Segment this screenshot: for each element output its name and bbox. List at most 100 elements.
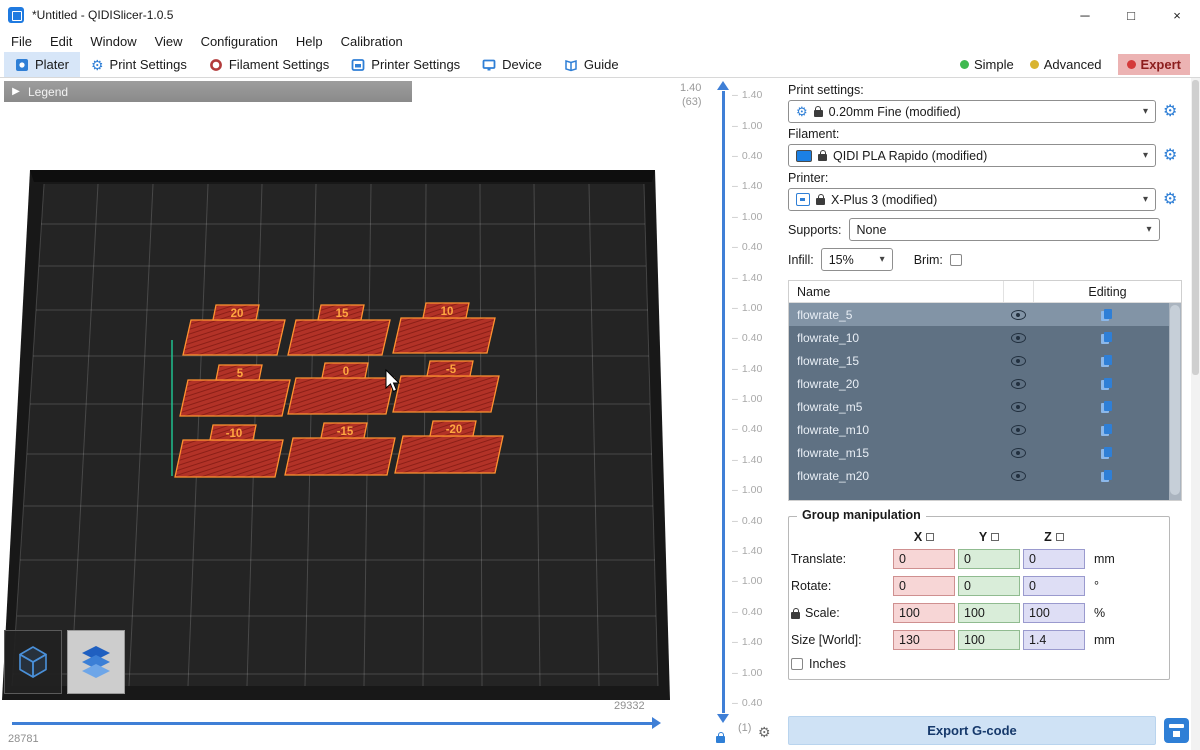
scale-x-field[interactable]: 100 bbox=[893, 603, 955, 623]
3d-view-button[interactable] bbox=[4, 630, 62, 694]
mode-simple[interactable]: Simple bbox=[960, 57, 1014, 72]
layers-view-button[interactable] bbox=[67, 630, 125, 694]
edit-icon[interactable] bbox=[1101, 424, 1113, 436]
tab-printer-settings[interactable]: Printer Settings bbox=[340, 52, 471, 77]
layer-tick-label: 1.00 bbox=[732, 110, 762, 140]
tab-plater[interactable]: Plater bbox=[4, 52, 80, 77]
edit-icon[interactable] bbox=[1101, 355, 1113, 367]
visibility-eye-icon[interactable] bbox=[1011, 379, 1026, 389]
size-x-field[interactable]: 130 bbox=[893, 630, 955, 650]
sidebar-scrollbar[interactable] bbox=[1191, 78, 1200, 750]
hslider-min-value: 28781 bbox=[8, 733, 39, 745]
scrollbar-thumb[interactable] bbox=[1170, 305, 1180, 495]
list-item-flowrate_10[interactable]: flowrate_10 bbox=[789, 326, 1181, 349]
mode-expert[interactable]: Expert bbox=[1118, 54, 1190, 75]
edit-icon[interactable] bbox=[1101, 378, 1113, 390]
mode-advanced[interactable]: Advanced bbox=[1030, 57, 1102, 72]
edit-icon[interactable] bbox=[1101, 401, 1113, 413]
printer-value: X-Plus 3 (modified) bbox=[831, 193, 937, 207]
titlebar: *Untitled - QIDISlicer-1.0.5 ─ □ × bbox=[0, 0, 1200, 30]
menu-file[interactable]: File bbox=[2, 30, 41, 52]
rotate-x-field[interactable]: 0 bbox=[893, 576, 955, 596]
filament-combo[interactable]: QIDI PLA Rapido (modified) ▾ bbox=[788, 144, 1156, 167]
maximize-button[interactable]: □ bbox=[1108, 0, 1154, 30]
scale-z-field[interactable]: 100 bbox=[1023, 603, 1085, 623]
visibility-eye-icon[interactable] bbox=[1011, 356, 1026, 366]
object-list-header: Name Editing bbox=[789, 281, 1181, 303]
layer-slider-bottom-handle[interactable] bbox=[717, 714, 729, 723]
mode-label: Simple bbox=[974, 57, 1014, 72]
export-gcode-button[interactable]: Export G-code bbox=[788, 716, 1156, 745]
group-manipulation-panel: Group manipulation X Y Z Translate: 0 0 … bbox=[788, 516, 1170, 680]
visibility-eye-icon[interactable] bbox=[1011, 333, 1026, 343]
inches-checkbox[interactable] bbox=[791, 658, 803, 670]
horizontal-slider[interactable] bbox=[12, 722, 652, 725]
rotate-z-field[interactable]: 0 bbox=[1023, 576, 1085, 596]
printer-gear-button[interactable]: ⚙ bbox=[1163, 192, 1177, 208]
tab-device[interactable]: Device bbox=[471, 52, 553, 77]
visibility-eye-icon[interactable] bbox=[1011, 425, 1026, 435]
list-item-flowrate_m20[interactable]: flowrate_m20 bbox=[789, 464, 1181, 487]
brim-checkbox[interactable] bbox=[950, 254, 962, 266]
list-item-flowrate_5[interactable]: flowrate_5 bbox=[789, 303, 1181, 326]
legend-bar[interactable]: ▶ Legend bbox=[4, 81, 412, 102]
edit-icon[interactable] bbox=[1101, 332, 1113, 344]
object-list-scrollbar[interactable] bbox=[1169, 303, 1181, 500]
size-y-field[interactable]: 100 bbox=[958, 630, 1020, 650]
print-settings-combo[interactable]: ⚙ 0.20mm Fine (modified) ▾ bbox=[788, 100, 1156, 123]
list-item-flowrate_20[interactable]: flowrate_20 bbox=[789, 372, 1181, 395]
viewport-3d[interactable]: 20 15 10 5 bbox=[0, 78, 672, 750]
layer-slider-top-count: (63) bbox=[682, 96, 702, 108]
layer-slider-track[interactable] bbox=[722, 91, 725, 713]
minimize-button[interactable]: ─ bbox=[1062, 0, 1108, 30]
list-item-flowrate_m15[interactable]: flowrate_m15 bbox=[789, 441, 1181, 464]
infill-combo[interactable]: 15% ▾ bbox=[821, 248, 893, 271]
simple-dot-icon bbox=[960, 60, 969, 69]
plater-icon bbox=[15, 58, 29, 72]
tab-filament-settings[interactable]: Filament Settings bbox=[198, 52, 340, 77]
size-z-field[interactable]: 1.4 bbox=[1023, 630, 1085, 650]
send-to-printer-icon[interactable] bbox=[1164, 718, 1189, 743]
inches-label: Inches bbox=[809, 657, 846, 671]
menu-help[interactable]: Help bbox=[287, 30, 332, 52]
scale-label: Scale: bbox=[805, 606, 840, 620]
translate-z-field[interactable]: 0 bbox=[1023, 549, 1085, 569]
layer-slider-top-handle[interactable] bbox=[717, 81, 729, 90]
tab-print-settings[interactable]: ⚙ Print Settings bbox=[80, 52, 198, 77]
visibility-eye-icon[interactable] bbox=[1011, 402, 1026, 412]
supports-combo[interactable]: None ▾ bbox=[849, 218, 1160, 241]
tab-guide[interactable]: Guide bbox=[553, 52, 630, 77]
list-item-flowrate_m10[interactable]: flowrate_m10 bbox=[789, 418, 1181, 441]
translate-y-field[interactable]: 0 bbox=[958, 549, 1020, 569]
menu-configuration[interactable]: Configuration bbox=[192, 30, 287, 52]
layer-lock-icon[interactable] bbox=[716, 736, 725, 743]
edit-icon[interactable] bbox=[1101, 447, 1113, 459]
translate-unit: mm bbox=[1094, 552, 1115, 566]
scale-y-field[interactable]: 100 bbox=[958, 603, 1020, 623]
visibility-eye-icon[interactable] bbox=[1011, 448, 1026, 458]
rotate-y-field[interactable]: 0 bbox=[958, 576, 1020, 596]
list-item-flowrate_m5[interactable]: flowrate_m5 bbox=[789, 395, 1181, 418]
expert-dot-icon bbox=[1127, 60, 1136, 69]
edit-icon[interactable] bbox=[1101, 309, 1113, 321]
menu-view[interactable]: View bbox=[146, 30, 192, 52]
printer-label: Printer: bbox=[788, 171, 1191, 185]
mode-label: Advanced bbox=[1044, 57, 1102, 72]
translate-x-field[interactable]: 0 bbox=[893, 549, 955, 569]
visibility-eye-icon[interactable] bbox=[1011, 471, 1026, 481]
scrollbar-thumb[interactable] bbox=[1192, 80, 1199, 375]
print-settings-gear-button[interactable]: ⚙ bbox=[1163, 104, 1177, 120]
menu-calibration[interactable]: Calibration bbox=[332, 30, 412, 52]
close-button[interactable]: × bbox=[1154, 0, 1200, 30]
printer-combo[interactable]: X-Plus 3 (modified) ▾ bbox=[788, 188, 1156, 211]
list-item-flowrate_15[interactable]: flowrate_15 bbox=[789, 349, 1181, 372]
uniform-scale-lock-icon[interactable] bbox=[791, 612, 800, 619]
menu-window[interactable]: Window bbox=[81, 30, 145, 52]
menu-edit[interactable]: Edit bbox=[41, 30, 81, 52]
edit-icon[interactable] bbox=[1101, 470, 1113, 482]
filament-gear-button[interactable]: ⚙ bbox=[1163, 148, 1177, 164]
tab-label: Guide bbox=[584, 57, 619, 72]
export-row: Export G-code bbox=[788, 716, 1189, 745]
layer-gear-icon[interactable]: ⚙ bbox=[758, 724, 771, 741]
visibility-eye-icon[interactable] bbox=[1011, 310, 1026, 320]
